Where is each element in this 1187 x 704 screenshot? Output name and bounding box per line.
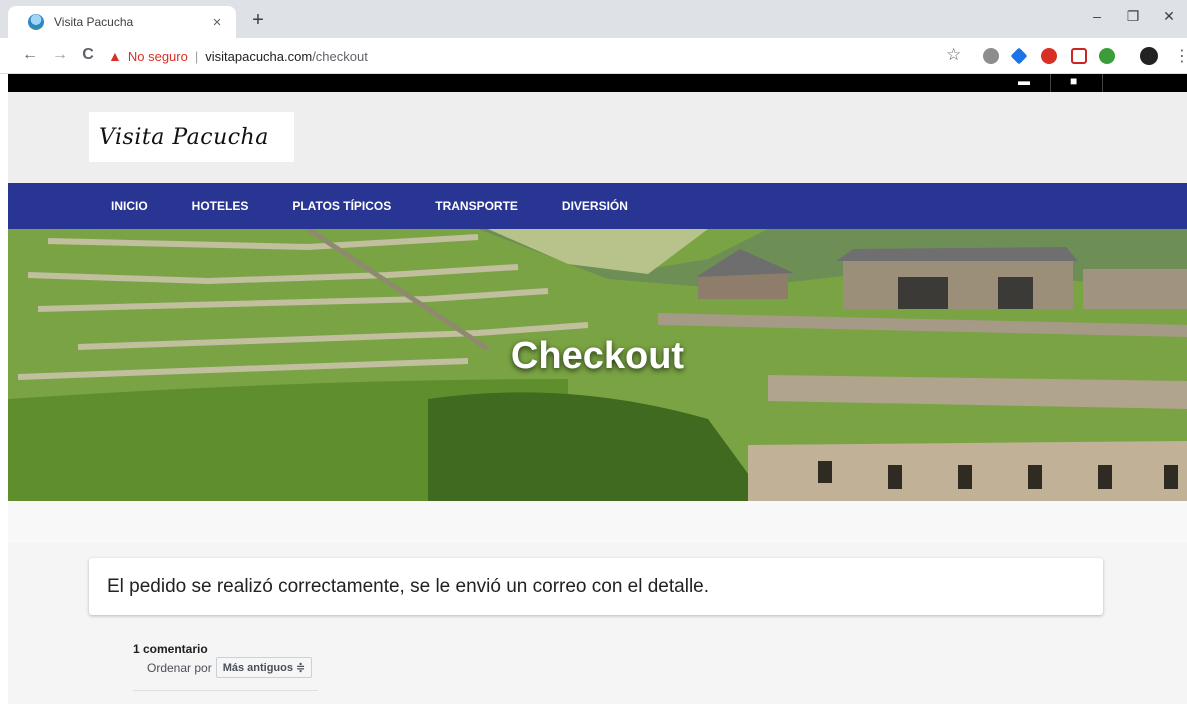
extension-3-icon[interactable]: [1041, 48, 1057, 64]
nav-item-transporte[interactable]: TRANSPORTE: [435, 199, 518, 213]
restore-button[interactable]: ❐: [1118, 8, 1148, 25]
browser-toolbar: ← → C ▲ No seguro | visitapacucha.com/ch…: [0, 38, 1187, 74]
nav-item-diversion[interactable]: DIVERSIÓN: [562, 199, 628, 213]
address-bar[interactable]: ▲ No seguro | visitapacucha.com/checkout: [108, 43, 978, 69]
content-spacer: [8, 501, 1187, 543]
main-nav: INICIO HOTELES PLATOS TÍPICOS TRANSPORTE…: [8, 183, 1187, 229]
checkout-content: El pedido se realizó correctamente, se l…: [8, 501, 1187, 704]
warning-icon: ▲: [108, 48, 122, 64]
order-success-message: El pedido se realizó correctamente, se l…: [107, 575, 710, 597]
profile-avatar-icon[interactable]: [1140, 47, 1158, 65]
strip-divider: [1102, 74, 1103, 92]
bookmark-star-icon[interactable]: ☆: [946, 45, 961, 65]
extension-4-icon[interactable]: [1071, 48, 1087, 64]
forward-button[interactable]: →: [50, 46, 70, 64]
browser-tab-bar: Visita Pacucha × + – ❐ ✕: [0, 0, 1187, 38]
order-success-card: El pedido se realizó correctamente, se l…: [89, 558, 1103, 615]
back-button[interactable]: ←: [20, 46, 40, 64]
hero-banner: Checkout: [8, 229, 1187, 501]
comments-count: 1 comentario: [133, 642, 208, 656]
site-top-strip: ▬ ■: [8, 74, 1187, 92]
site-header: Visita Pacucha: [8, 92, 1187, 183]
browser-tab[interactable]: Visita Pacucha ×: [8, 6, 236, 38]
sort-label: Ordenar por: [147, 660, 212, 675]
close-window-button[interactable]: ✕: [1154, 8, 1184, 25]
nav-item-hoteles[interactable]: HOTELES: [192, 199, 249, 213]
globe-favicon-icon: [28, 14, 44, 30]
url-host: visitapacucha.com: [205, 48, 313, 64]
tab-title: Visita Pacucha: [54, 15, 134, 29]
extension-1-icon[interactable]: [983, 48, 999, 64]
url-separator: |: [194, 48, 199, 64]
strip-divider: [1050, 74, 1051, 92]
kebab-menu-icon[interactable]: ⋮: [1174, 46, 1187, 66]
comments-sort-row: Ordenar por Más antiguos ≑: [147, 657, 313, 678]
new-tab-button[interactable]: +: [246, 9, 270, 32]
hero-title: Checkout: [510, 335, 685, 377]
user-icon[interactable]: ■: [1070, 74, 1077, 88]
reload-button[interactable]: C: [78, 46, 98, 64]
extension-2-icon[interactable]: [1010, 47, 1028, 65]
security-label[interactable]: No seguro: [128, 49, 188, 64]
cart-icon[interactable]: ▬: [1018, 74, 1030, 88]
sort-select[interactable]: Más antiguos ≑: [215, 657, 313, 678]
url-path: /checkout: [312, 48, 368, 64]
comments-divider: [133, 690, 318, 691]
extension-5-icon[interactable]: [1099, 48, 1115, 64]
site-logo[interactable]: Visita Pacucha: [89, 112, 294, 162]
nav-item-inicio[interactable]: INICIO: [111, 199, 148, 213]
minimize-button[interactable]: –: [1082, 8, 1112, 24]
nav-item-platos-tipicos[interactable]: PLATOS TÍPICOS: [292, 199, 391, 213]
tab-close-icon[interactable]: ×: [208, 14, 226, 31]
